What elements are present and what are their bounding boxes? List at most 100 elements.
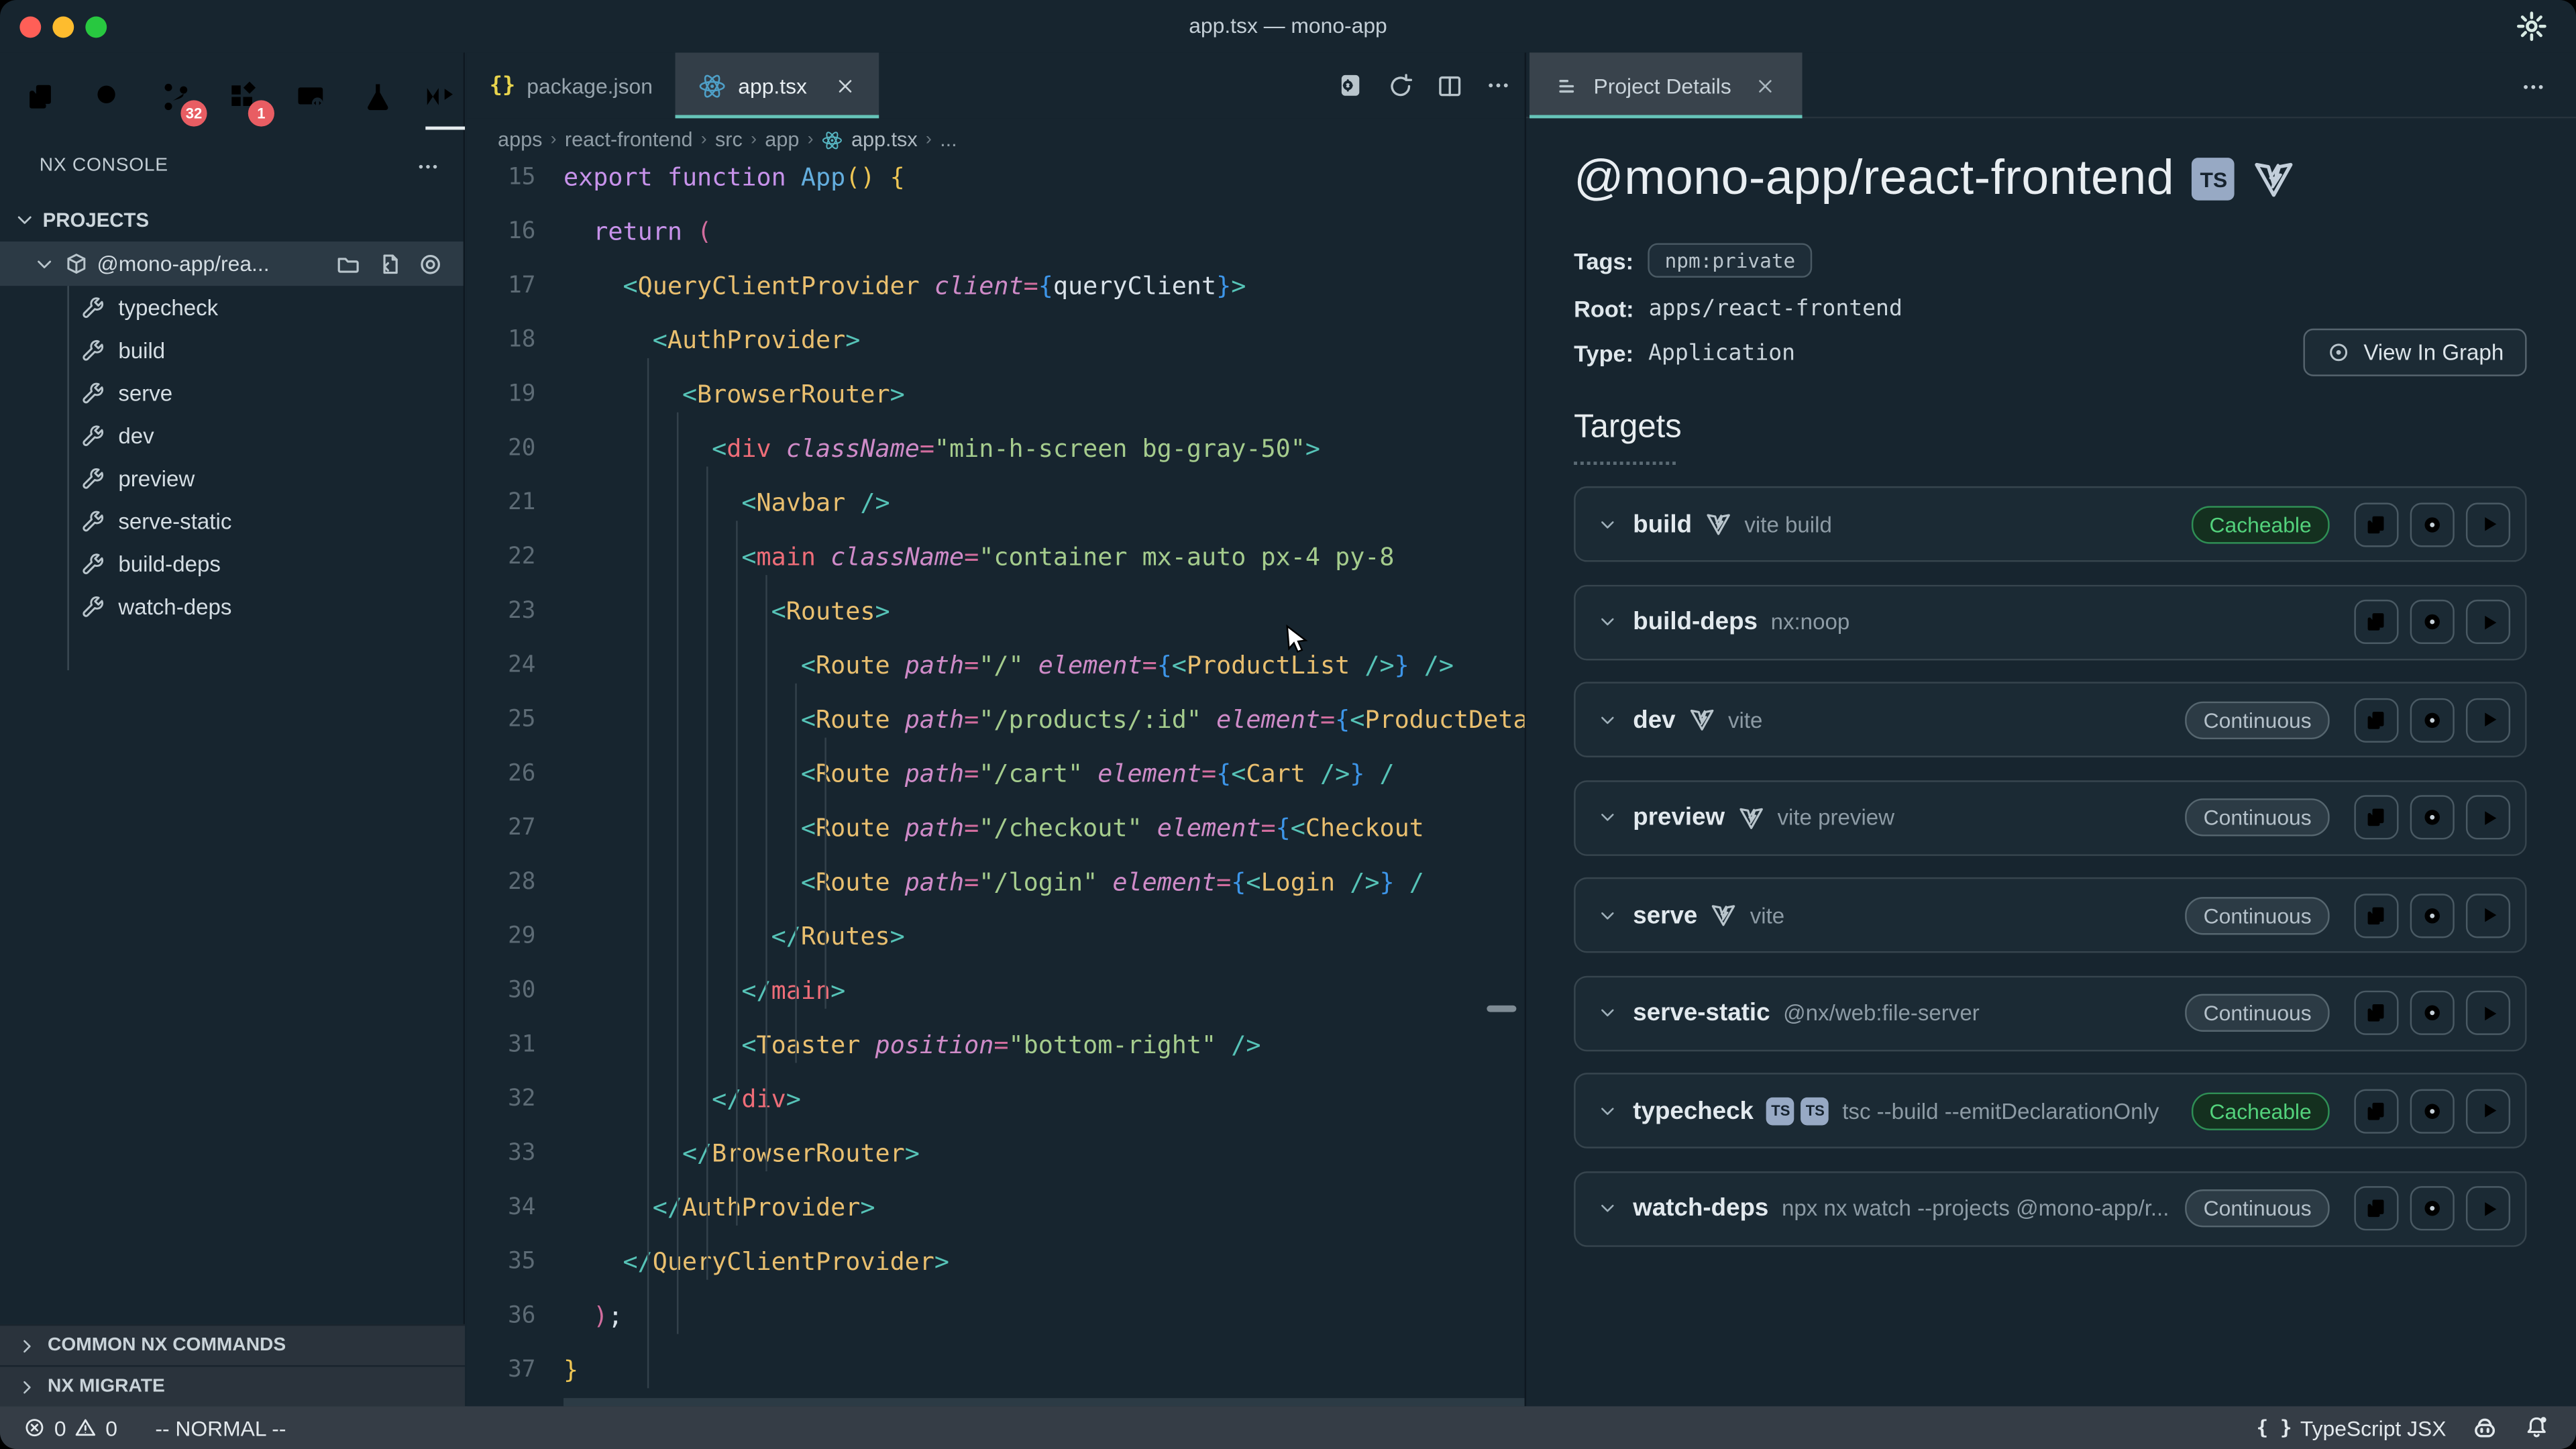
view-in-graph-button[interactable]: View In Graph (2303, 329, 2527, 376)
run-target-button[interactable] (2466, 795, 2510, 839)
activity-remote-icon[interactable] (286, 69, 335, 125)
view-target-button[interactable] (2410, 795, 2455, 839)
code-line-30[interactable]: 30 </main> (467, 965, 1525, 1019)
code-line-24[interactable]: 24 <Route path="/" element={<ProductList… (467, 639, 1525, 694)
target-card-dev[interactable]: devviteContinuous (1574, 682, 2526, 757)
sidebar-section-nx-migrate[interactable]: NX MIGRATE (0, 1365, 465, 1406)
copy-command-button[interactable] (2354, 1186, 2398, 1230)
view-target-button[interactable] (2410, 502, 2455, 546)
sidebar-target-build[interactable]: build (0, 329, 464, 372)
view-target-button[interactable] (2410, 698, 2455, 742)
sidebar-item-project-mono-app[interactable]: @mono-app/rea... (0, 241, 464, 286)
code-line-19[interactable]: 19 <BrowserRouter> (467, 368, 1525, 423)
code-line-22[interactable]: 22 <main className="container mx-auto px… (467, 531, 1525, 585)
view-target-button[interactable] (2410, 991, 2455, 1035)
code-line-27[interactable]: 27 <Route path="/checkout" element={<Che… (467, 802, 1525, 856)
vim-mode-indicator[interactable]: -- NORMAL -- (155, 1415, 286, 1440)
chevron-down-icon[interactable] (1597, 1197, 1618, 1219)
folder-icon[interactable] (335, 250, 362, 276)
code-line-37[interactable]: 37} (467, 1344, 1525, 1398)
run-target-button[interactable] (2466, 502, 2510, 546)
code-line-32[interactable]: 32 </div> (467, 1073, 1525, 1127)
sidebar-target-dev[interactable]: dev (0, 414, 464, 457)
breadcrumb-item[interactable]: app.tsx (851, 128, 918, 151)
breadcrumb-item[interactable]: ... (940, 128, 957, 151)
code-line-31[interactable]: 31 <Toaster position="bottom-right" /> (467, 1018, 1525, 1073)
chevron-down-icon[interactable] (1597, 709, 1618, 731)
activity-files-icon[interactable] (16, 69, 65, 125)
more-actions-icon[interactable] (1485, 72, 1511, 99)
chevron-down-icon[interactable] (1597, 1002, 1618, 1024)
tab-project-details[interactable]: Project Details (1529, 52, 1802, 118)
nx-run-target-icon[interactable] (1336, 70, 1365, 100)
sidebar-target-serve[interactable]: serve (0, 371, 464, 414)
code-line-34[interactable]: 34 </AuthProvider> (467, 1181, 1525, 1236)
chevron-down-icon[interactable] (1597, 1100, 1618, 1122)
problems-indicator[interactable]: 0 0 (23, 1415, 117, 1440)
target-icon[interactable] (417, 250, 443, 276)
run-target-button[interactable] (2466, 1186, 2510, 1230)
settings-gear-icon[interactable] (2515, 10, 2548, 43)
activity-testing-icon[interactable] (354, 69, 402, 125)
code-line-16[interactable]: 16 return ( (467, 205, 1525, 260)
tab-app-tsx[interactable]: app.tsx (676, 52, 879, 118)
view-target-button[interactable] (2410, 1088, 2455, 1132)
chevron-down-icon[interactable] (1597, 806, 1618, 828)
activity-extensions-icon[interactable]: 1 (219, 69, 268, 125)
code-line-36[interactable]: 36 ); (467, 1289, 1525, 1344)
view-target-button[interactable] (2410, 1186, 2455, 1230)
code-line-35[interactable]: 35 </QueryClientProvider> (467, 1236, 1525, 1290)
target-card-build[interactable]: buildvite buildCacheable (1574, 486, 2526, 562)
view-target-button[interactable] (2410, 600, 2455, 644)
copy-command-button[interactable] (2354, 1088, 2398, 1132)
sidebar-more-actions-icon[interactable] (416, 154, 441, 178)
target-card-typecheck[interactable]: typecheckTSTStsc --build --emitDeclarati… (1574, 1073, 2526, 1148)
breadcrumb-item[interactable]: apps (498, 128, 542, 151)
run-target-button[interactable] (2466, 1088, 2510, 1132)
sidebar-target-watch-deps[interactable]: watch-deps (0, 585, 464, 628)
code-line-28[interactable]: 28 <Route path="/login" element={<Login … (467, 856, 1525, 910)
code-line-18[interactable]: 18 <AuthProvider> (467, 314, 1525, 368)
copy-command-button[interactable] (2354, 698, 2398, 742)
run-target-button[interactable] (2466, 600, 2510, 644)
sidebar-target-build-deps[interactable]: build-deps (0, 542, 464, 585)
code-line-23[interactable]: 23 <Routes> (467, 585, 1525, 639)
copy-command-button[interactable] (2354, 600, 2398, 644)
breadcrumb-item[interactable]: src (715, 128, 743, 151)
refresh-icon[interactable] (1387, 72, 1415, 100)
code-line-20[interactable]: 20 <div className="min-h-screen bg-gray-… (467, 422, 1525, 476)
copilot-icon[interactable] (2471, 1413, 2499, 1442)
target-card-preview[interactable]: previewvite previewContinuous (1574, 780, 2526, 855)
code-line-17[interactable]: 17 <QueryClientProvider client={queryCli… (467, 260, 1525, 314)
target-card-serve[interactable]: serveviteContinuous (1574, 877, 2526, 953)
run-target-button[interactable] (2466, 893, 2510, 937)
activity-search-icon[interactable] (84, 69, 133, 125)
run-target-button[interactable] (2466, 698, 2510, 742)
code-line-38[interactable]: 38 (467, 1398, 1525, 1406)
code-line-25[interactable]: 25 <Route path="/products/:id" element={… (467, 693, 1525, 747)
code-line-29[interactable]: 29 </Routes> (467, 910, 1525, 965)
chevron-down-icon[interactable] (1597, 611, 1618, 633)
language-mode-indicator[interactable]: { } TypeScript JSX (2257, 1415, 2447, 1440)
target-card-build-deps[interactable]: build-depsnx:noop (1574, 584, 2526, 660)
chevron-down-icon[interactable] (1597, 904, 1618, 926)
goto-config-file-icon[interactable] (376, 250, 402, 276)
code-area[interactable]: 15export function App() {16 return (17 <… (467, 161, 1525, 1406)
sidebar-section-common-nx-commands[interactable]: COMMON NX COMMANDS (0, 1324, 465, 1365)
sidebar-item-projects[interactable]: PROJECTS (0, 201, 464, 240)
breadcrumb-item[interactable]: react-frontend (565, 128, 693, 151)
copy-command-button[interactable] (2354, 502, 2398, 546)
breadcrumb-item[interactable]: app (765, 128, 799, 151)
split-editor-icon[interactable] (1436, 72, 1464, 100)
target-card-serve-static[interactable]: serve-static@nx/web:file-serverContinuou… (1574, 975, 2526, 1051)
sidebar-target-serve-static[interactable]: serve-static (0, 499, 464, 542)
activity-source-control-icon[interactable]: 32 (151, 69, 200, 125)
copy-command-button[interactable] (2354, 795, 2398, 839)
chevron-down-icon[interactable] (1597, 513, 1618, 535)
sidebar-target-typecheck[interactable]: typecheck (0, 286, 464, 329)
target-card-watch-deps[interactable]: watch-depsnpx nx watch --projects @mono-… (1574, 1171, 2526, 1246)
activity-nx-console-icon[interactable] (421, 69, 470, 125)
view-target-button[interactable] (2410, 893, 2455, 937)
copy-command-button[interactable] (2354, 893, 2398, 937)
code-line-15[interactable]: 15export function App() { (467, 161, 1525, 205)
